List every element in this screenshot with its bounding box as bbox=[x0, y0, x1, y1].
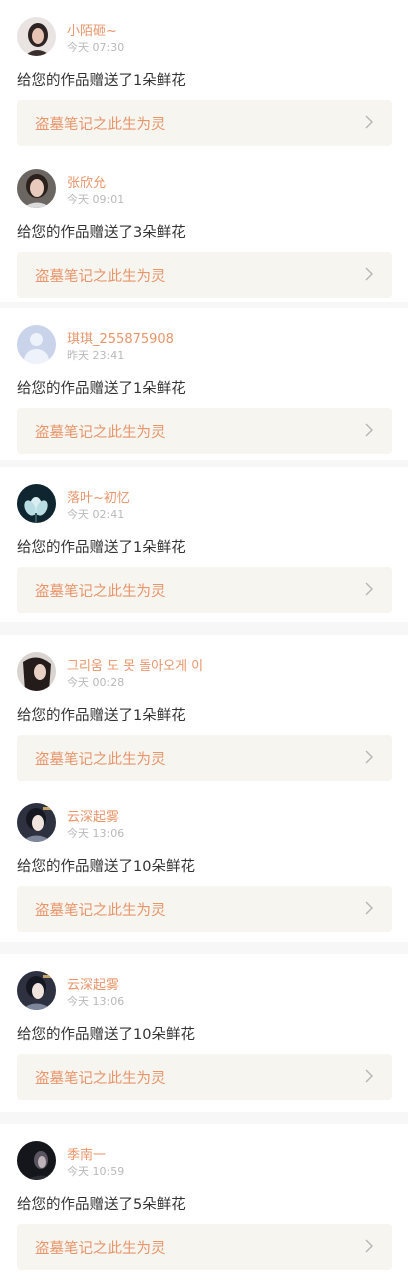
notification-card: 그리움 도 못 돌아오게 이 今天 00:28 给您的作品赠送了1朵鲜花 盗墓笔… bbox=[0, 635, 408, 792]
work-title: 盗墓笔记之此生为灵 bbox=[35, 1241, 166, 1257]
notification-card: 小陌砸~ 今天 07:30 给您的作品赠送了1朵鲜花 盗墓笔记之此生为灵 bbox=[0, 0, 408, 152]
work-title: 盗墓笔记之此生为灵 bbox=[35, 903, 166, 919]
work-title: 盗墓笔记之此生为灵 bbox=[35, 584, 166, 600]
username[interactable]: 落叶~初忆 bbox=[67, 487, 130, 506]
work-title: 盗墓笔记之此生为灵 bbox=[35, 117, 166, 133]
work-link-button[interactable]: 盗墓笔记之此生为灵 bbox=[17, 100, 392, 146]
gift-message: 给您的作品赠送了1朵鲜花 bbox=[17, 540, 186, 556]
chevron-right-icon bbox=[365, 582, 373, 596]
timestamp: 今天 02:41 bbox=[67, 508, 125, 521]
notification-card: 云深起雾 今天 13:06 给您的作品赠送了10朵鲜花 盗墓笔记之此生为灵 bbox=[0, 786, 408, 942]
timestamp: 昨天 23:41 bbox=[67, 349, 125, 362]
avatar[interactable] bbox=[17, 17, 56, 56]
work-title: 盗墓笔记之此生为灵 bbox=[35, 269, 166, 285]
gift-message: 给您的作品赠送了1朵鲜花 bbox=[17, 708, 186, 724]
chevron-right-icon bbox=[365, 1069, 373, 1083]
chevron-right-icon bbox=[365, 750, 373, 764]
avatar[interactable] bbox=[17, 484, 56, 523]
girl-photo-avatar-icon bbox=[17, 169, 56, 208]
avatar[interactable] bbox=[17, 169, 56, 208]
work-link-button[interactable]: 盗墓笔记之此生为灵 bbox=[17, 408, 392, 454]
notification-card: 琪琪_255875908 昨天 23:41 给您的作品赠送了1朵鲜花 盗墓笔记之… bbox=[0, 308, 408, 460]
username[interactable]: 张欣允 bbox=[67, 172, 106, 191]
work-title: 盗墓笔记之此生为灵 bbox=[35, 1071, 166, 1087]
chevron-right-icon bbox=[365, 423, 373, 437]
work-title: 盗墓笔记之此生为灵 bbox=[35, 425, 166, 441]
work-link-button[interactable]: 盗墓笔记之此生为灵 bbox=[17, 1224, 392, 1270]
illustrated-character-avatar-icon bbox=[17, 971, 56, 1010]
notification-card: 张欣允 今天 09:01 给您的作品赠送了3朵鲜花 盗墓笔记之此生为灵 bbox=[0, 152, 408, 302]
lotus-flower-avatar-icon bbox=[17, 484, 56, 523]
gift-message: 给您的作品赠送了3朵鲜花 bbox=[17, 225, 186, 241]
timestamp: 今天 07:30 bbox=[67, 41, 125, 54]
chevron-right-icon bbox=[365, 115, 373, 129]
gift-message: 给您的作品赠送了5朵鲜花 bbox=[17, 1197, 186, 1213]
timestamp: 今天 13:06 bbox=[67, 995, 125, 1008]
dark-night-portrait-avatar-icon bbox=[17, 1141, 56, 1180]
username[interactable]: 琪琪_255875908 bbox=[67, 328, 174, 347]
username[interactable]: 小陌砸~ bbox=[67, 20, 117, 39]
avatar[interactable] bbox=[17, 971, 56, 1010]
work-link-button[interactable]: 盗墓笔记之此生为灵 bbox=[17, 1054, 392, 1100]
work-link-button[interactable]: 盗墓笔记之此生为灵 bbox=[17, 567, 392, 613]
username[interactable]: 云深起雾 bbox=[67, 974, 119, 993]
work-link-button[interactable]: 盗墓笔记之此生为灵 bbox=[17, 886, 392, 932]
gift-message: 给您的作品赠送了1朵鲜花 bbox=[17, 381, 186, 397]
gift-message: 给您的作品赠送了1朵鲜花 bbox=[17, 73, 186, 89]
timestamp: 今天 13:06 bbox=[67, 827, 125, 840]
dark-hair-portrait-avatar-icon bbox=[17, 652, 56, 691]
gift-message: 给您的作品赠送了10朵鲜花 bbox=[17, 859, 195, 875]
timestamp: 今天 10:59 bbox=[67, 1165, 125, 1178]
chevron-right-icon bbox=[365, 1239, 373, 1253]
chevron-right-icon bbox=[365, 267, 373, 281]
gift-message: 给您的作品赠送了10朵鲜花 bbox=[17, 1027, 195, 1043]
avatar[interactable] bbox=[17, 803, 56, 842]
work-title: 盗墓笔记之此生为灵 bbox=[35, 752, 166, 768]
username[interactable]: 云深起雾 bbox=[67, 806, 119, 825]
work-link-button[interactable]: 盗墓笔记之此生为灵 bbox=[17, 252, 392, 298]
timestamp: 今天 09:01 bbox=[67, 193, 125, 206]
chevron-right-icon bbox=[365, 901, 373, 915]
default-user-avatar[interactable] bbox=[17, 325, 56, 364]
username[interactable]: 季南一 bbox=[67, 1144, 106, 1163]
avatar[interactable] bbox=[17, 1141, 56, 1180]
avatar[interactable] bbox=[17, 652, 56, 691]
work-link-button[interactable]: 盗墓笔记之此生为灵 bbox=[17, 735, 392, 781]
timestamp: 今天 00:28 bbox=[67, 676, 125, 689]
username[interactable]: 그리움 도 못 돌아오게 이 bbox=[67, 655, 203, 674]
notification-feed: 小陌砸~ 今天 07:30 给您的作品赠送了1朵鲜花 盗墓笔记之此生为灵 张欣允… bbox=[0, 0, 408, 1280]
notification-card: 云深起雾 今天 13:06 给您的作品赠送了10朵鲜花 盗墓笔记之此生为灵 bbox=[0, 954, 408, 1112]
notification-card: 季南一 今天 10:59 给您的作品赠送了5朵鲜花 盗墓笔记之此生为灵 bbox=[0, 1124, 408, 1280]
illustrated-character-avatar-icon bbox=[17, 803, 56, 842]
woman-portrait-avatar-icon bbox=[17, 17, 56, 56]
notification-card: 落叶~初忆 今天 02:41 给您的作品赠送了1朵鲜花 盗墓笔记之此生为灵 bbox=[0, 467, 408, 622]
